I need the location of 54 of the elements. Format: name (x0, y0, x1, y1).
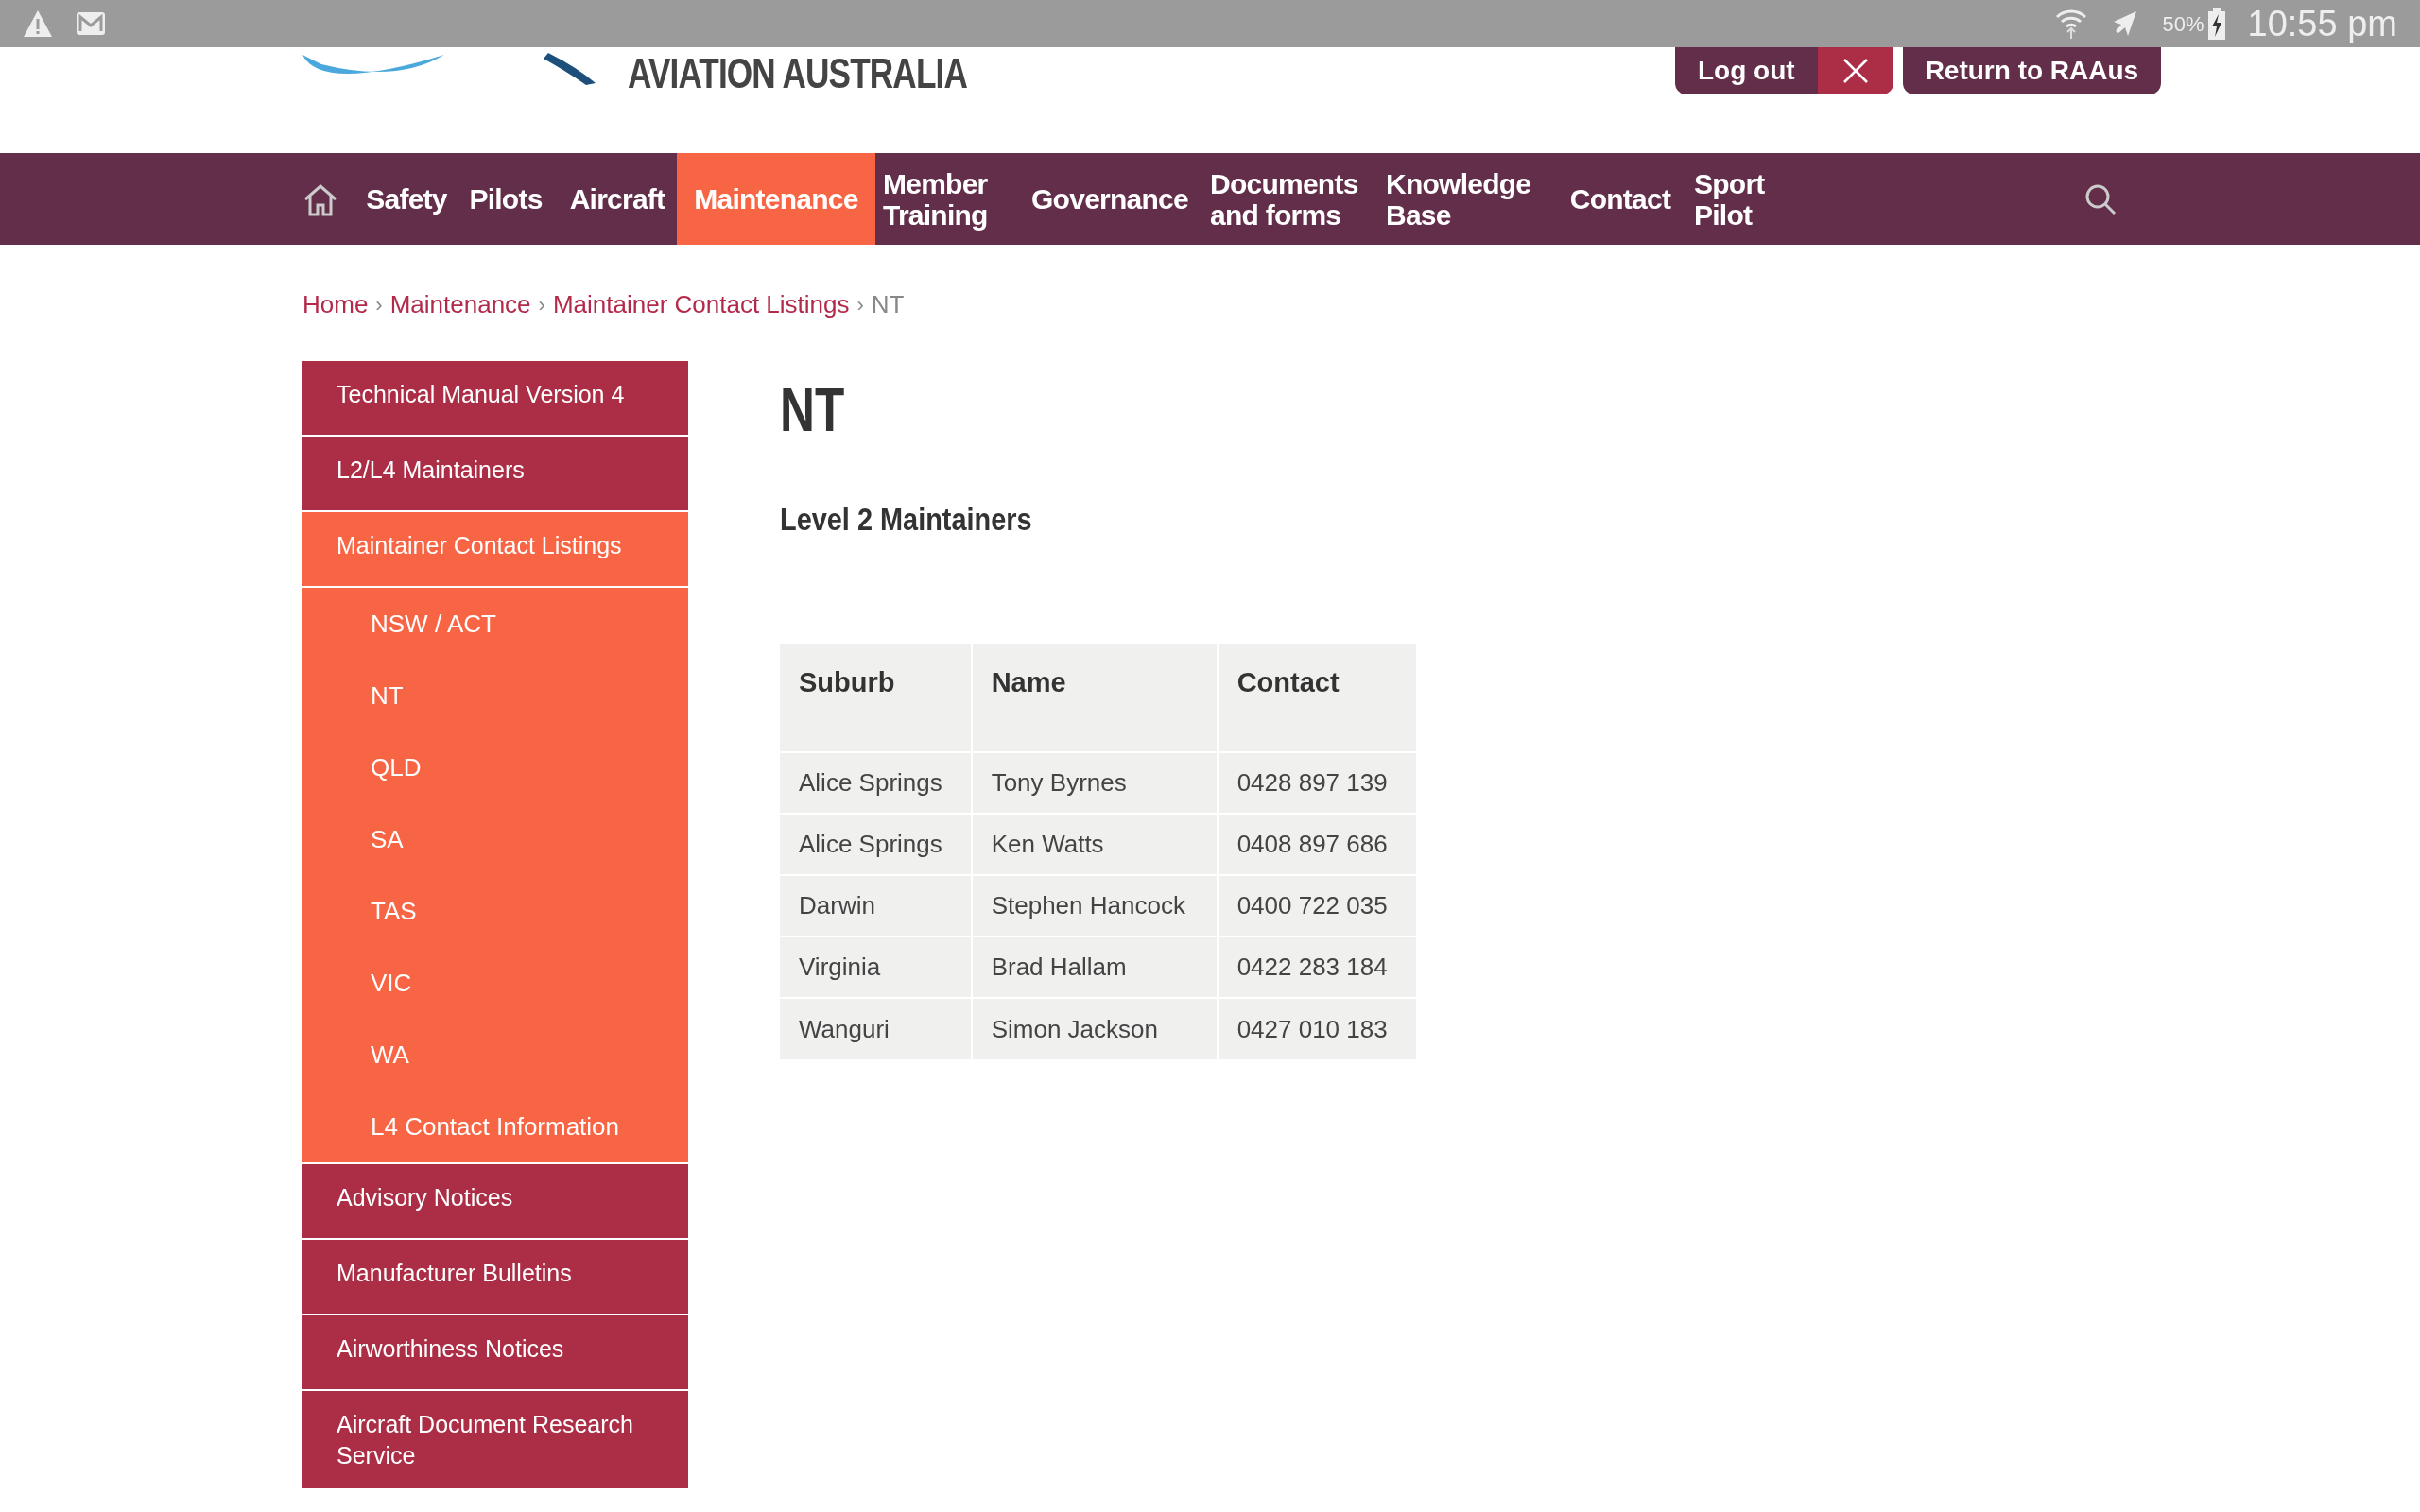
nav-tab[interactable]: Aircraft (558, 153, 677, 245)
nav-tab[interactable]: Sport Pilot (1686, 153, 1790, 245)
nav-tab[interactable]: Pilots (454, 153, 558, 245)
mail-icon (76, 11, 106, 36)
nav-tab[interactable]: Member Training (875, 153, 1017, 245)
breadcrumb-link[interactable]: Maintainer Contact Listings (552, 286, 850, 323)
return-button[interactable]: Return to RAAus (1902, 47, 2162, 94)
column-header: Contact (1217, 644, 1416, 752)
clock-time: 10:55 pm (2247, 2, 2397, 45)
table-cell: 0422 283 184 (1217, 936, 1416, 998)
table-cell: Darwin (780, 875, 972, 936)
breadcrumb-separator: › (856, 292, 864, 318)
wifi-icon (2054, 8, 2087, 40)
breadcrumb-current: NT (871, 289, 905, 320)
warning-icon (23, 9, 53, 38)
table-cell: Alice Springs (780, 752, 972, 814)
nav-tab[interactable]: Safety (359, 153, 454, 245)
sidebar-item[interactable]: Manufacturer Bulletins (302, 1240, 688, 1314)
breadcrumb-link[interactable]: Maintenance (389, 286, 531, 323)
sidebar-item[interactable]: L2/L4 Maintainers (302, 437, 688, 510)
breadcrumb-separator: › (375, 292, 383, 318)
table-cell: Alice Springs (780, 814, 972, 875)
table-cell: 0428 897 139 (1217, 752, 1416, 814)
table-cell: Stephen Hancock (971, 875, 1218, 936)
sidebar-item[interactable]: Advisory Notices (302, 1164, 688, 1238)
logout-button[interactable]: Log out (1675, 47, 1818, 94)
table-cell: 0408 897 686 (1217, 814, 1416, 875)
close-icon (1841, 58, 1869, 84)
column-header: Suburb (780, 644, 972, 752)
nav-tab[interactable]: Contact (1554, 153, 1686, 245)
table-cell: Simon Jackson (971, 998, 1218, 1059)
logo-text: AVIATION AUSTRALIA (628, 53, 967, 94)
table-cell: 0427 010 183 (1217, 998, 1416, 1059)
battery-charging-icon (2207, 8, 2225, 40)
column-header: Name (971, 644, 1218, 752)
table-cell: Wanguri (780, 998, 972, 1059)
nav-tab[interactable]: Governance (1017, 153, 1202, 245)
sidebar-item[interactable]: Airworthiness Notices (302, 1315, 688, 1389)
table-cell: Virginia (780, 936, 972, 998)
nav-tab[interactable]: Knowledge Base (1378, 153, 1554, 245)
page-title: NT (780, 380, 846, 440)
sidebar-item[interactable]: Technical Manual Version 4 (302, 361, 688, 435)
breadcrumb-link[interactable]: Home (302, 286, 369, 323)
table-cell: 0400 722 035 (1217, 875, 1416, 936)
table-cell: Tony Byrnes (971, 752, 1218, 814)
table-cell: Brad Hallam (971, 936, 1218, 998)
sidebar-item[interactable]: Aircraft Document Research Service (302, 1391, 688, 1488)
battery-percent: 50% (2162, 10, 2204, 38)
table-cell: Ken Watts (971, 814, 1218, 875)
close-button[interactable] (1817, 47, 1893, 94)
home-icon[interactable] (302, 181, 338, 216)
breadcrumb-separator: › (538, 292, 545, 318)
nav-tab[interactable]: Documents and forms (1202, 153, 1378, 245)
section-heading: Level 2 Maintainers (780, 500, 1033, 539)
